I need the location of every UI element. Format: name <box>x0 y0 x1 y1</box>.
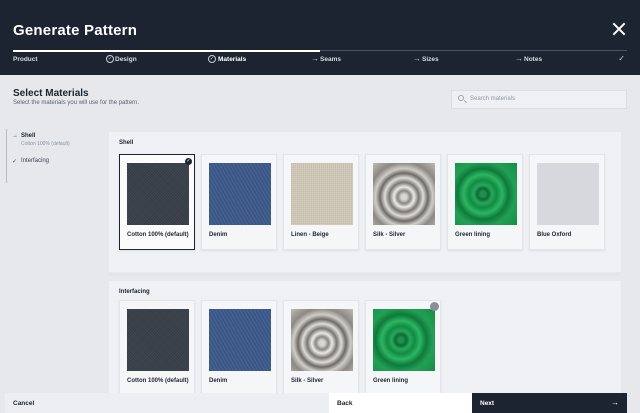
material-card-green-lining[interactable]: Green lining <box>365 300 441 396</box>
material-swatch <box>209 163 271 225</box>
material-name: Cotton 100% (default) <box>127 378 189 384</box>
arrow-right-icon: → <box>611 398 619 407</box>
step-seams[interactable]: Seams → <box>320 54 421 68</box>
nav-item-label: Interfacing <box>21 158 50 164</box>
material-swatch <box>209 309 271 371</box>
material-swatch <box>455 163 517 225</box>
step-product[interactable]: Product ✓ <box>13 54 114 68</box>
check-icon: ✓ <box>12 159 18 165</box>
material-swatch <box>537 163 599 225</box>
material-swatch <box>127 309 189 371</box>
material-card-cotton[interactable]: Cotton 100% (default) ✓ <box>119 154 195 250</box>
close-icon[interactable] <box>612 22 626 36</box>
step-label: Materials <box>218 56 247 63</box>
next-button[interactable]: Next → <box>472 393 627 413</box>
material-swatch <box>291 163 353 225</box>
material-name: Green lining <box>373 378 409 384</box>
step-label: Notes <box>524 56 543 63</box>
cancel-button[interactable]: Cancel <box>5 393 329 413</box>
material-card-silk[interactable]: Silk - Silver <box>283 300 359 396</box>
nav-item-shell[interactable]: → Shell Cotton 100% (default) <box>12 133 70 147</box>
stepper: Product ✓ Design ✓ Materials → Seams → S… <box>13 50 627 70</box>
material-card-denim[interactable]: Denim <box>201 154 277 250</box>
group-divider <box>109 273 621 276</box>
arrow-right-icon: → <box>515 54 523 63</box>
shell-group: Shell Cotton 100% (default) ✓ Denim Line… <box>109 132 621 272</box>
header-bar: Generate Pattern Product ✓ Design ✓ Mate… <box>0 0 640 75</box>
check-circle-icon: ✓ <box>106 55 114 63</box>
footer-bar: Cancel Back Next → <box>0 393 640 413</box>
material-swatch <box>127 163 189 225</box>
arrow-right-icon: → <box>12 133 18 139</box>
nav-item-interfacing[interactable]: ✓ Interfacing <box>12 158 50 165</box>
step-label: Product <box>13 56 38 63</box>
material-swatch <box>291 309 353 371</box>
selected-check-icon: ✓ <box>185 158 192 165</box>
material-name: Linen - Beige <box>291 232 329 238</box>
interfacing-group: Interfacing Cotton 100% (default) Denim … <box>109 281 621 396</box>
material-card-denim[interactable]: Denim <box>201 300 277 396</box>
step-label: Sizes <box>422 56 439 63</box>
material-swatch <box>373 309 435 371</box>
material-name: Silk - Silver <box>291 378 324 384</box>
search-icon <box>458 95 464 101</box>
check-circle-icon: ✓ <box>208 55 216 63</box>
material-swatch <box>373 163 435 225</box>
arrow-right-icon: → <box>311 54 319 63</box>
step-notes[interactable]: Notes ✓ <box>524 54 625 68</box>
step-label: Seams <box>320 56 341 63</box>
step-sizes[interactable]: Sizes → <box>422 54 523 68</box>
section-title: Select Materials <box>13 88 89 99</box>
material-card-blue-oxford[interactable]: Blue Oxford <box>529 154 605 250</box>
step-design[interactable]: Design ✓ <box>115 54 216 68</box>
arrow-right-icon: → <box>413 54 421 63</box>
group-title: Shell <box>119 140 134 146</box>
stepper-progress <box>13 50 320 52</box>
material-name: Blue Oxford <box>537 232 572 238</box>
material-name: Cotton 100% (default) <box>127 232 189 238</box>
next-label: Next <box>480 400 495 407</box>
indicator-dot-icon <box>430 302 439 311</box>
section-subtitle: Select the materials you will use for th… <box>13 100 140 106</box>
material-card-silk[interactable]: Silk - Silver <box>365 154 441 250</box>
cancel-label: Cancel <box>13 400 35 407</box>
step-label: Design <box>115 56 137 63</box>
material-name: Green lining <box>455 232 491 238</box>
page-title: Generate Pattern <box>13 22 138 39</box>
back-button[interactable]: Back <box>329 393 472 413</box>
check-icon: ✓ <box>618 54 625 63</box>
material-card-cotton[interactable]: Cotton 100% (default) <box>119 300 195 396</box>
group-title: Interfacing <box>119 289 150 295</box>
material-card-green-lining[interactable]: Green lining <box>447 154 523 250</box>
nav-item-sub: Cotton 100% (default) <box>21 141 70 147</box>
search-input[interactable]: Search materials <box>451 90 627 109</box>
material-card-linen[interactable]: Linen - Beige <box>283 154 359 250</box>
material-name: Denim <box>209 232 228 238</box>
step-materials[interactable]: Materials → <box>218 54 319 68</box>
material-group-nav: → Shell Cotton 100% (default) ✓ Interfac… <box>6 129 102 183</box>
material-name: Silk - Silver <box>373 232 406 238</box>
back-label: Back <box>337 400 353 407</box>
material-name: Denim <box>209 378 228 384</box>
search-placeholder: Search materials <box>470 96 516 102</box>
